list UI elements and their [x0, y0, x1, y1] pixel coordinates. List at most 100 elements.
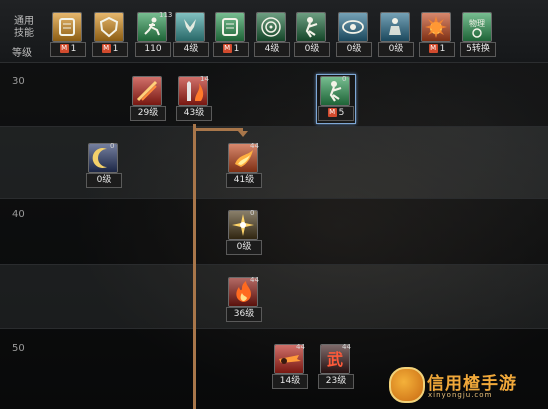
mastery-tag-icon: M [101, 44, 111, 53]
skill-level-badge: 36级 [226, 307, 262, 322]
general-label-line1: 通用 [14, 16, 34, 27]
skill-mini-level: 0 [110, 142, 115, 150]
svg-text:武: 武 [327, 350, 343, 369]
skill-level-badge: 0级 [294, 42, 330, 57]
skill-mini-level: 0 [250, 209, 255, 217]
skill-level-badge: 23级 [318, 374, 354, 389]
watermark: 信用楂手游 xinyongju.com [387, 365, 547, 405]
divider [0, 328, 548, 329]
skill-level-text: 1 [439, 44, 446, 54]
physics-icon: 物理 [462, 12, 492, 42]
skill-mini-level: 44 [342, 343, 351, 351]
level-band-30 [0, 62, 548, 126]
watermark-subtitle: xinyongju.com [428, 391, 493, 399]
skill-level-badge: M1 [419, 42, 455, 57]
skill-5[interactable]: M1 [213, 12, 249, 60]
skill-level-text: 0级 [346, 44, 362, 54]
skill-mini-level: 44 [296, 343, 305, 351]
skill-level-text: 0级 [236, 242, 252, 252]
skill-11[interactable]: 物理 5转换 [460, 12, 496, 60]
mastery-tag-icon: M [222, 44, 232, 53]
skill-level-badge: 0级 [336, 42, 372, 57]
level-label-30: 30 [12, 76, 25, 87]
skill-level-text: 0级 [96, 175, 112, 185]
skill-4[interactable]: 4级 [173, 12, 209, 60]
skill-level-badge: M1 [50, 42, 86, 57]
skill-7[interactable]: 0级 [294, 12, 330, 60]
skill-3[interactable]: 113 110 [135, 11, 173, 60]
skill-level-badge: 0级 [86, 173, 122, 188]
skill-level-text: 110 [144, 44, 162, 54]
target-icon [256, 12, 286, 42]
svg-text:物理: 物理 [469, 18, 485, 28]
burst-icon [421, 12, 451, 42]
skill-mini-level: 44 [250, 142, 259, 150]
tree-skill-36[interactable]: 44 36级 [226, 276, 262, 325]
tree-skill-41[interactable]: 44 41级 [226, 142, 262, 191]
divider [0, 264, 548, 265]
skill-9[interactable]: 0级 [378, 12, 414, 60]
skill-level-text: 36级 [233, 309, 255, 319]
prerequisite-line [193, 124, 196, 409]
divider [0, 198, 548, 199]
skill-level-text: 23级 [325, 376, 347, 386]
level-header-label: 等级 [12, 48, 32, 59]
arrow-head-icon [238, 131, 248, 137]
tree-skill-23[interactable]: 武 44 23级 [318, 343, 354, 392]
skill-level-text: 1 [233, 44, 240, 54]
level-label-50: 50 [12, 343, 25, 354]
skill-level-text: 29级 [137, 108, 159, 118]
watermark-logo-icon [389, 367, 425, 403]
skill-level-badge: M1 [213, 42, 249, 57]
skill-level-text: 1 [112, 44, 119, 54]
level-band-45 [0, 264, 548, 328]
skill-level-badge: 0级 [226, 240, 262, 255]
skill-level-badge: 0级 [378, 42, 414, 57]
skill-8[interactable]: 0级 [336, 12, 372, 60]
skill-level-badge: 4级 [173, 42, 209, 57]
mastery-tag-icon: M [428, 44, 438, 53]
scroll-icon [215, 12, 245, 42]
skill-level-badge: 4级 [254, 42, 290, 57]
tree-skill-star[interactable]: 0 0级 [226, 209, 262, 258]
skill-1[interactable]: M1 [50, 12, 86, 60]
selected-skill-highlight [316, 74, 356, 124]
scroll-icon [52, 12, 82, 42]
level-label-40: 40 [12, 209, 25, 220]
skill-2[interactable]: M1 [92, 12, 128, 60]
skill-level-badge: 41级 [226, 173, 262, 188]
skill-mini-level: 44 [250, 276, 259, 284]
skill-level-badge: 43级 [176, 106, 212, 121]
shield-icon [94, 12, 124, 42]
skill-level-badge: 14级 [272, 374, 308, 389]
skill-level-badge: 5转换 [460, 42, 496, 57]
tree-skill-moon[interactable]: 0 0级 [86, 142, 122, 191]
skill-6[interactable]: 4级 [254, 12, 290, 60]
divider [0, 126, 548, 127]
skill-level-text: 0级 [304, 44, 320, 54]
skill-level-text: 4级 [183, 44, 199, 54]
skill-level-text: 1 [70, 44, 77, 54]
general-label-line2: 技能 [14, 28, 34, 39]
skill-level-badge: M1 [92, 42, 128, 57]
level-band-40 [0, 198, 548, 264]
mastery-tag-icon: M [59, 44, 69, 53]
skill-level-text: 14级 [279, 376, 301, 386]
skill-level-text: 43级 [183, 108, 205, 118]
wing-icon [175, 12, 205, 42]
slash-icon [132, 76, 162, 106]
skill-mini-level: 113 [159, 11, 173, 19]
skill-level-text: 41级 [233, 175, 255, 185]
tree-skill-43[interactable]: 14 43级 [176, 75, 212, 124]
fighter-icon [296, 12, 326, 42]
tree-skill-14[interactable]: 44 14级 [272, 343, 308, 392]
level-band-35 [0, 126, 548, 198]
skill-level-badge: 110 [135, 42, 171, 57]
eye-icon [338, 12, 368, 42]
skill-level-text: 0级 [388, 44, 404, 54]
skill-level-badge: 29级 [130, 106, 166, 121]
tree-skill-29[interactable]: 29级 [130, 76, 166, 124]
skill-level-text: 4级 [264, 44, 280, 54]
skill-10[interactable]: M1 [419, 12, 455, 60]
skill-level-text: 5转换 [466, 44, 490, 54]
